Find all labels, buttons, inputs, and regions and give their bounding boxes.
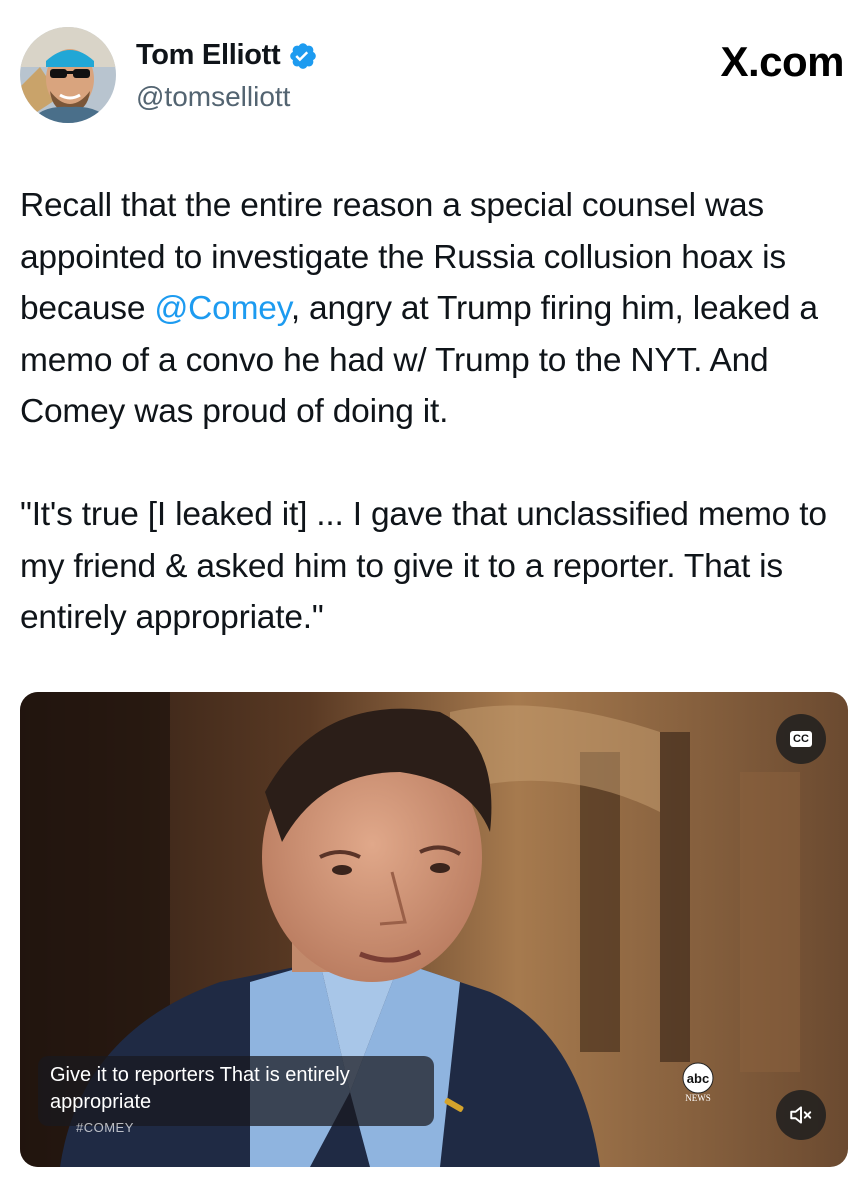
video-caption: Give it to reporters That is entirely ap… [38,1056,434,1126]
verified-badge-icon [288,41,318,71]
abc-logo-sub: NEWS [685,1093,711,1102]
closed-captions-button[interactable]: CC [776,714,826,764]
caption-line-2: appropriate [50,1091,152,1113]
video-hashtag-overlay: #COMEY [76,1120,134,1135]
closed-captions-icon: CC [790,731,812,747]
speaker-muted-icon [790,1106,812,1124]
tweet-body: Recall that the entire reason a special … [20,180,860,644]
abc-logo-text: abc [687,1071,709,1086]
mute-button[interactable] [776,1090,826,1140]
abc-news-logo: abc NEWS [678,1062,718,1103]
author-avatar[interactable] [20,27,116,123]
author-handle[interactable]: @tomselliott [136,81,290,113]
video-player[interactable]: CC abc NEWS Give it to reporters That is… [20,692,848,1167]
tweet-header: Tom Elliott @tomselliott X.com [20,25,848,125]
x-brand-label: X.com [720,38,844,85]
tweet-paragraph-2: "It's true [I leaked it] ... I gave that… [20,496,827,636]
author-name-row: Tom Elliott [136,39,318,72]
mention-link[interactable]: @Comey [154,290,291,327]
caption-line-1: Give it to reporters That is entirely [50,1064,350,1086]
author-display-name[interactable]: Tom Elliott [136,39,281,72]
tweet-paragraph-1: Recall that the entire reason a special … [20,180,860,438]
